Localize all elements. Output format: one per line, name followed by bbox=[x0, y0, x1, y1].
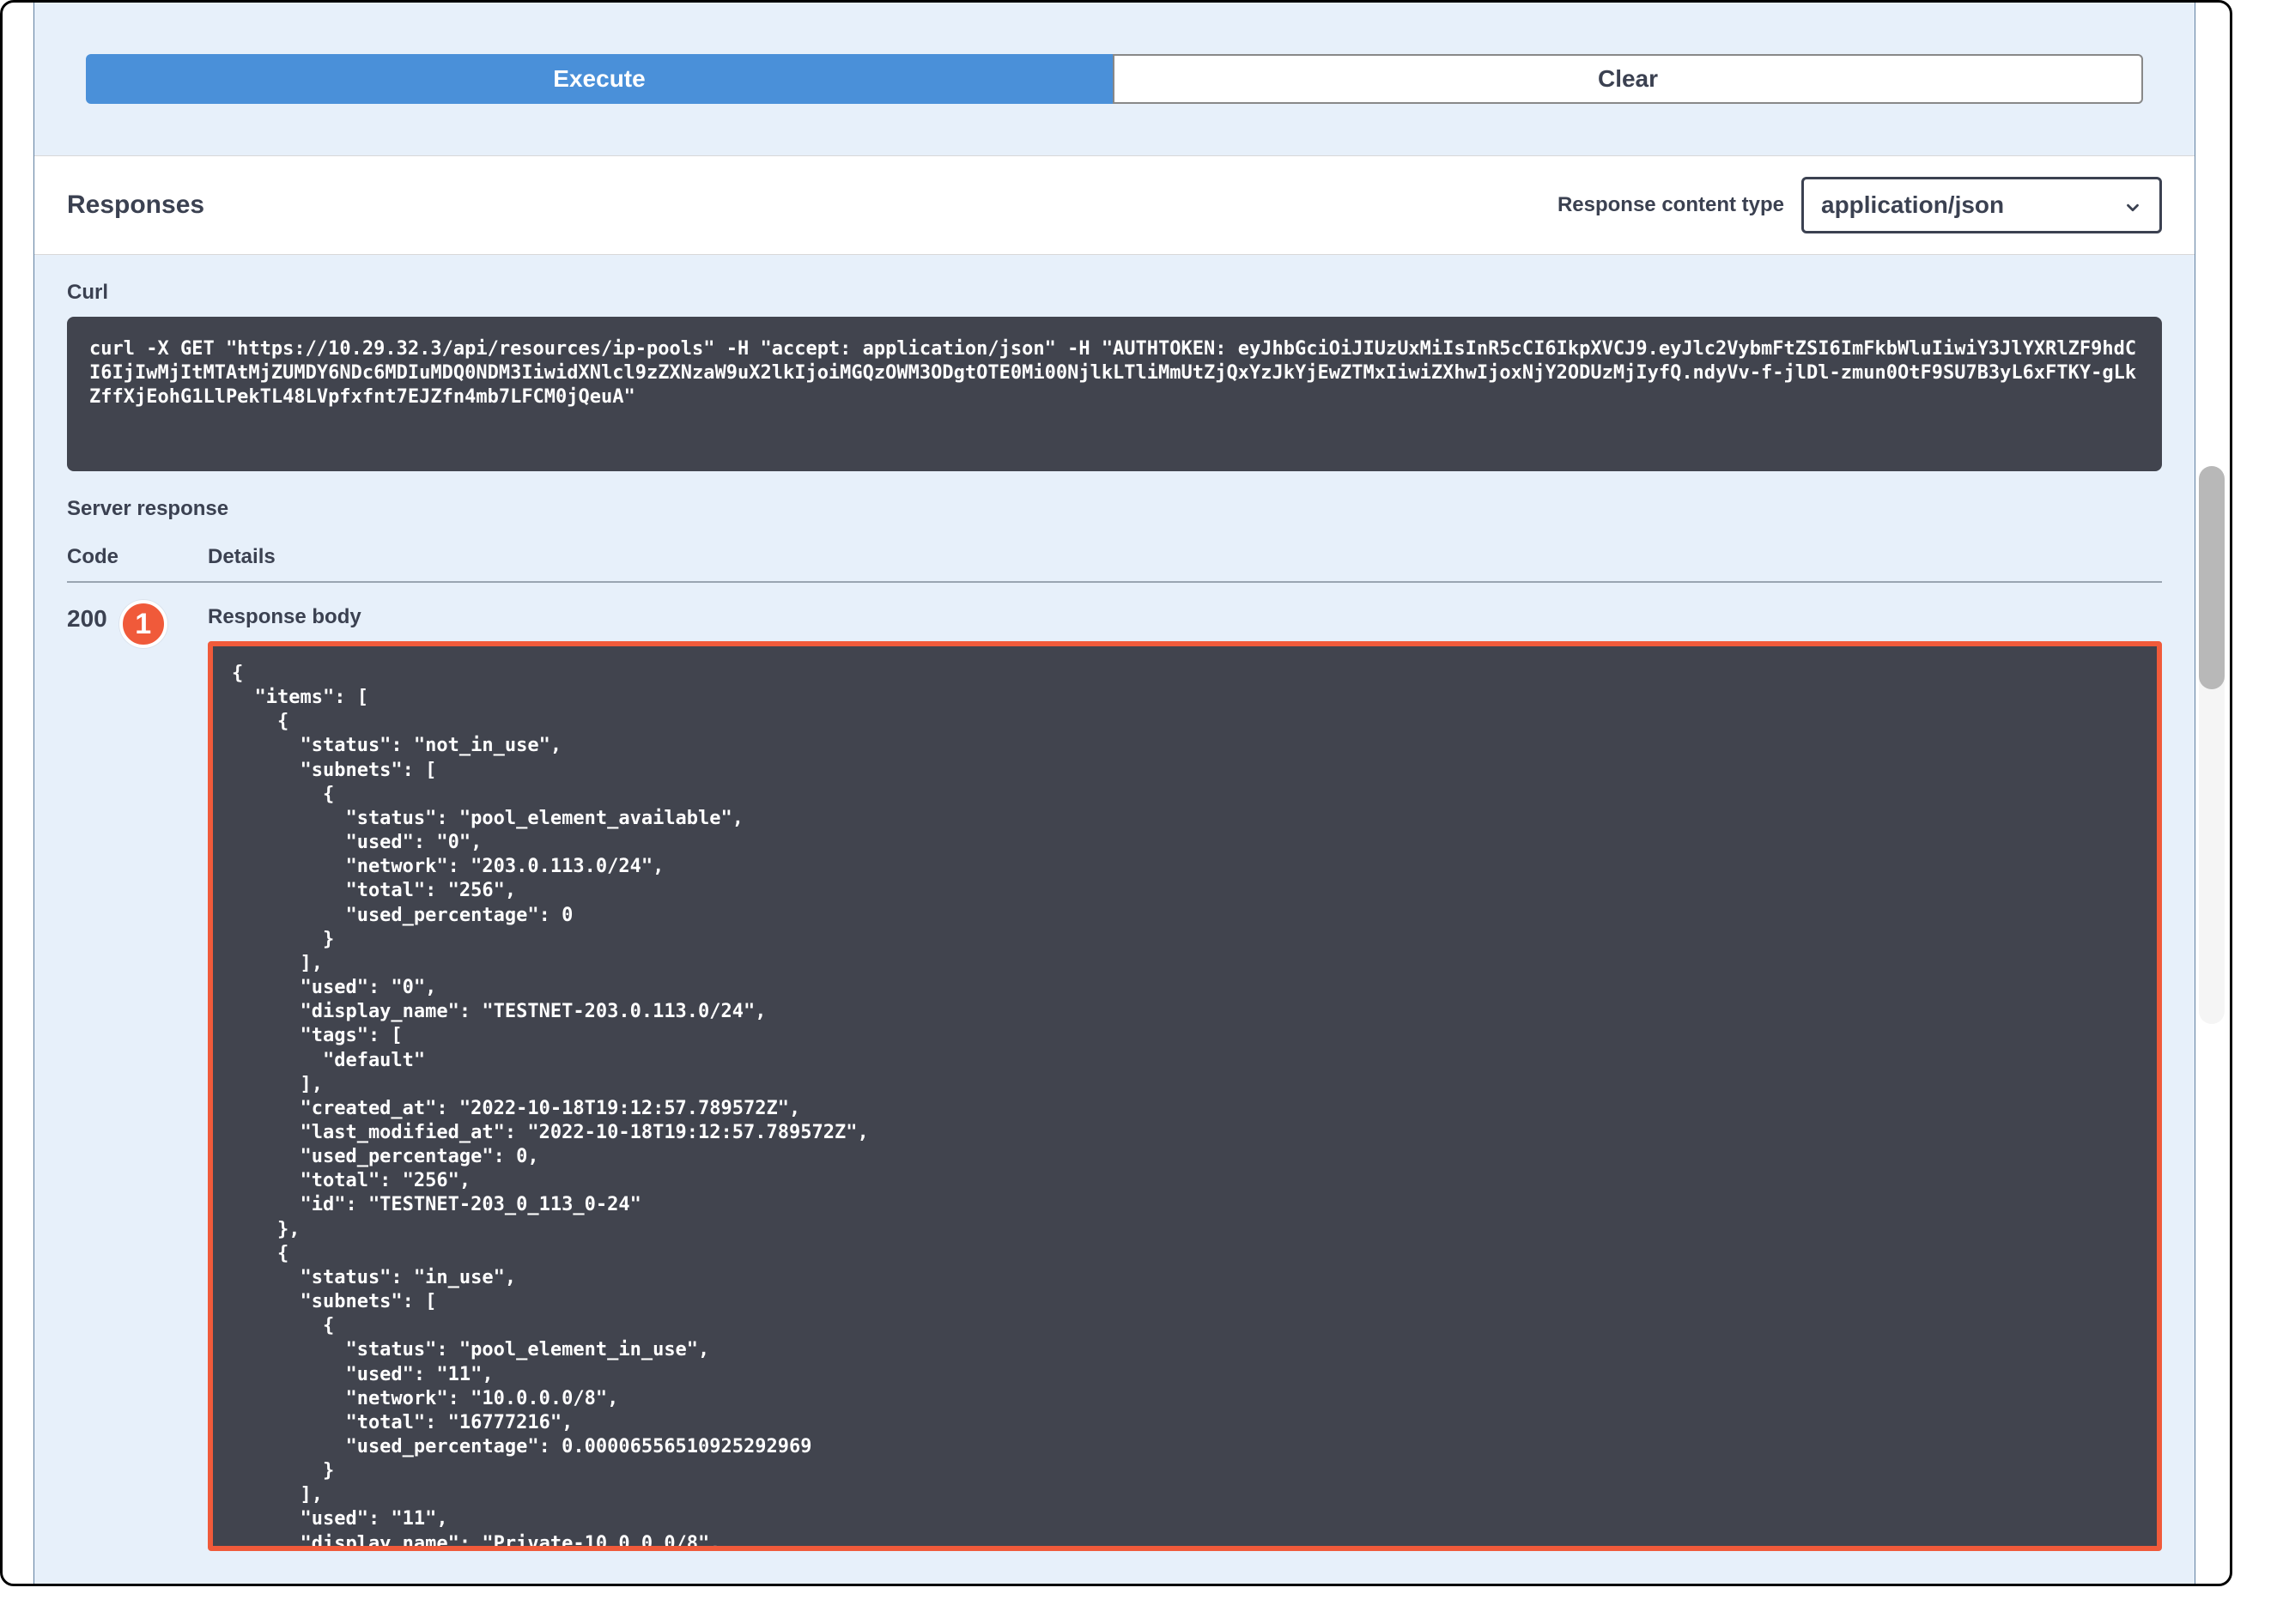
response-table: Code Details 200 1 Response body { "item… bbox=[34, 533, 2195, 1551]
response-content-type-select[interactable]: application/json bbox=[1801, 177, 2162, 233]
response-table-header: Code Details bbox=[67, 533, 2162, 583]
chevron-down-icon bbox=[2123, 196, 2142, 215]
responses-header: Responses Response content type applicat… bbox=[34, 155, 2195, 255]
response-content-type-value: application/json bbox=[1821, 191, 2004, 218]
api-panel: Execute Clear Responses Response content… bbox=[33, 3, 2195, 1584]
scrollbar-thumb[interactable] bbox=[2199, 466, 2225, 689]
column-details: Details bbox=[208, 545, 2162, 569]
response-body[interactable]: { "items": [ { "status": "not_in_use", "… bbox=[208, 641, 2162, 1551]
responses-title: Responses bbox=[67, 191, 204, 220]
curl-command[interactable]: curl -X GET "https://10.29.32.3/api/reso… bbox=[67, 317, 2162, 471]
clear-button[interactable]: Clear bbox=[1113, 54, 2143, 104]
status-code: 200 bbox=[67, 605, 107, 633]
status-code-cell: 200 1 bbox=[67, 605, 208, 1551]
column-code: Code bbox=[67, 545, 208, 569]
response-content-type-label: Response content type bbox=[1557, 193, 1784, 217]
server-response-section: Server response bbox=[34, 488, 2195, 521]
details-cell: Response body { "items": [ { "status": "… bbox=[208, 605, 2162, 1551]
action-bar: Execute Clear bbox=[34, 3, 2195, 155]
curl-label: Curl bbox=[67, 281, 2162, 305]
response-content-type: Response content type application/json bbox=[1557, 177, 2162, 233]
server-response-label: Server response bbox=[67, 497, 2162, 521]
execute-button[interactable]: Execute bbox=[86, 54, 1113, 104]
app-window: Execute Clear Responses Response content… bbox=[0, 0, 2232, 1586]
response-row: 200 1 Response body { "items": [ { "stat… bbox=[67, 583, 2162, 1551]
response-body-label: Response body bbox=[208, 605, 2162, 629]
annotation-badge: 1 bbox=[119, 600, 167, 648]
curl-section: Curl curl -X GET "https://10.29.32.3/api… bbox=[34, 255, 2195, 488]
